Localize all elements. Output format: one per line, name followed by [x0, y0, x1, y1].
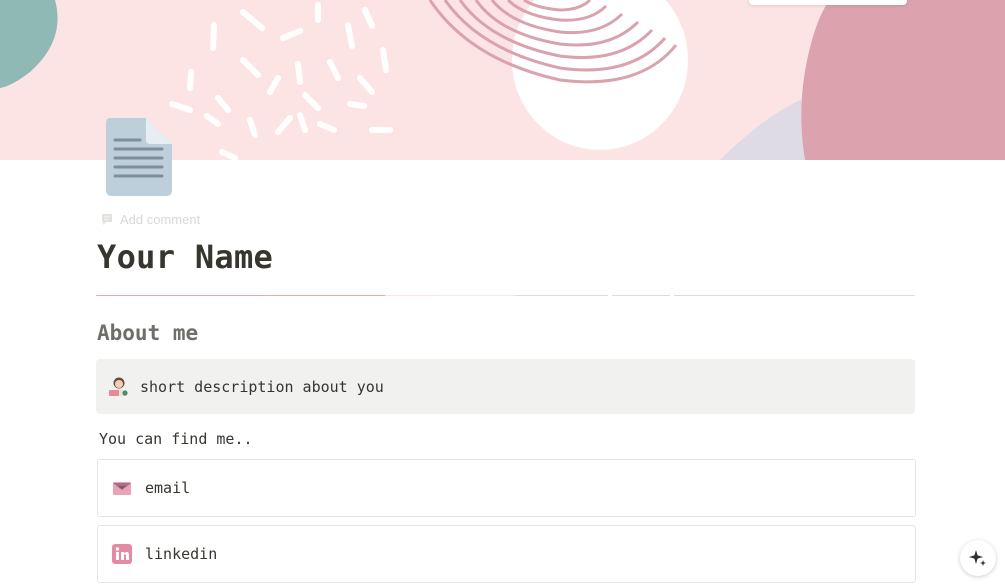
add-comment-button[interactable]: Add comment — [100, 209, 200, 229]
banner-image — [96, 288, 915, 296]
email-link-card[interactable]: email — [97, 459, 916, 517]
cover-options-button[interactable] — [749, 0, 907, 5]
linkedin-label: linkedin — [145, 545, 218, 563]
email-label: email — [145, 479, 191, 497]
about-heading[interactable]: About me — [97, 321, 198, 345]
callout-text: short description about you — [140, 377, 384, 396]
page-title[interactable]: Your Name — [97, 238, 273, 276]
person-with-laptop-icon — [109, 377, 128, 396]
about-callout[interactable]: short description about you — [96, 359, 915, 414]
linkedin-icon — [112, 544, 132, 564]
linkedin-link-card[interactable]: linkedin — [97, 525, 916, 583]
add-comment-label: Add comment — [120, 211, 201, 227]
document-icon[interactable] — [104, 116, 174, 198]
sparkle-icon — [969, 550, 986, 566]
ai-assistant-button[interactable] — [960, 540, 996, 576]
envelope-icon — [113, 482, 131, 495]
comment-icon — [102, 214, 112, 225]
contact-intro[interactable]: You can find me.. — [99, 430, 253, 448]
